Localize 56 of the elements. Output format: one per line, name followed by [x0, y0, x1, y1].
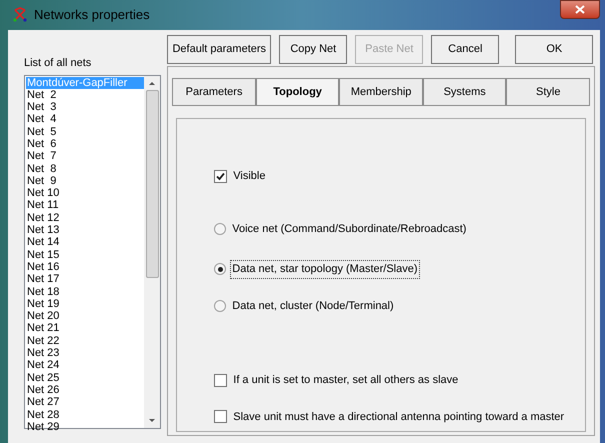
list-item[interactable]: Net 11: [26, 199, 144, 212]
dialog-button[interactable]: Cancel: [431, 35, 500, 64]
option-label[interactable]: If a unit is set to master, set all others as slave: [231, 371, 460, 390]
list-item[interactable]: Net 23: [26, 347, 144, 360]
scrollbar[interactable]: [144, 76, 160, 428]
checkbox[interactable]: [214, 374, 228, 387]
checkbox[interactable]: [214, 410, 228, 424]
list-item[interactable]: Net 7: [26, 150, 144, 163]
list-item[interactable]: Net 6: [26, 138, 144, 150]
checkbox[interactable]: [214, 170, 228, 183]
window-title: Networks properties: [34, 6, 150, 24]
list-item[interactable]: Net 13: [26, 224, 144, 236]
list-label: List of all nets: [24, 56, 92, 71]
dialog-button[interactable]: Default parameters: [167, 35, 272, 64]
radio-button[interactable]: [214, 300, 226, 312]
list-item[interactable]: Net 2: [26, 88, 144, 102]
dialog-button[interactable]: Copy Net: [279, 35, 348, 64]
tab[interactable]: Style: [506, 78, 590, 106]
option-label[interactable]: Slave unit must have a directional antenna pointing toward a master: [231, 408, 566, 426]
list-item[interactable]: Net 17: [26, 273, 144, 286]
scroll-thumb[interactable]: [146, 90, 159, 278]
list-item[interactable]: Net 22: [26, 334, 144, 348]
list-item[interactable]: Net 9: [26, 174, 144, 188]
list-item[interactable]: Net 4: [26, 113, 144, 126]
list-item[interactable]: Net 20: [26, 310, 144, 322]
list-item[interactable]: Net 10: [26, 187, 144, 200]
list-item[interactable]: Net 25: [26, 372, 144, 384]
list-item[interactable]: Net 14: [26, 236, 144, 249]
tab[interactable]: Topology: [256, 78, 340, 106]
close-icon: [575, 5, 585, 14]
dialog-button[interactable]: OK: [515, 35, 594, 64]
tab[interactable]: Membership: [339, 78, 423, 106]
list-item[interactable]: Net 3: [26, 101, 144, 114]
option-label[interactable]: Data net, cluster (Node/Terminal): [230, 296, 396, 315]
option-label[interactable]: Visible: [231, 167, 268, 186]
list-item[interactable]: Net 5: [26, 126, 144, 138]
option-label[interactable]: Voice net (Command/Subordinate/Rebroadcast): [230, 220, 468, 238]
close-button[interactable]: [560, 0, 600, 19]
list-item[interactable]: Net 8: [26, 162, 144, 175]
network-icon: [12, 7, 28, 23]
list-item[interactable]: Net 24: [26, 359, 144, 372]
list-item[interactable]: Net 26: [26, 384, 144, 396]
list-item[interactable]: Net 16: [26, 260, 144, 274]
list-item[interactable]: Net 15: [26, 248, 144, 261]
tab[interactable]: Systems: [422, 78, 506, 106]
list-item[interactable]: Net 12: [26, 212, 144, 224]
option-label[interactable]: Data net, star topology (Master/Slave): [230, 260, 420, 278]
list-item[interactable]: Net 21: [26, 322, 144, 335]
list-item[interactable]: Net 27: [26, 396, 144, 409]
list-item[interactable]: Net 19: [26, 298, 144, 310]
tab[interactable]: Parameters: [172, 78, 256, 106]
radio-button[interactable]: [214, 263, 226, 276]
radio-button[interactable]: [214, 222, 226, 235]
list-item[interactable]: Net 18: [26, 286, 144, 298]
list-item[interactable]: Net 29: [26, 420, 144, 434]
list-item[interactable]: Net 28: [26, 408, 144, 421]
